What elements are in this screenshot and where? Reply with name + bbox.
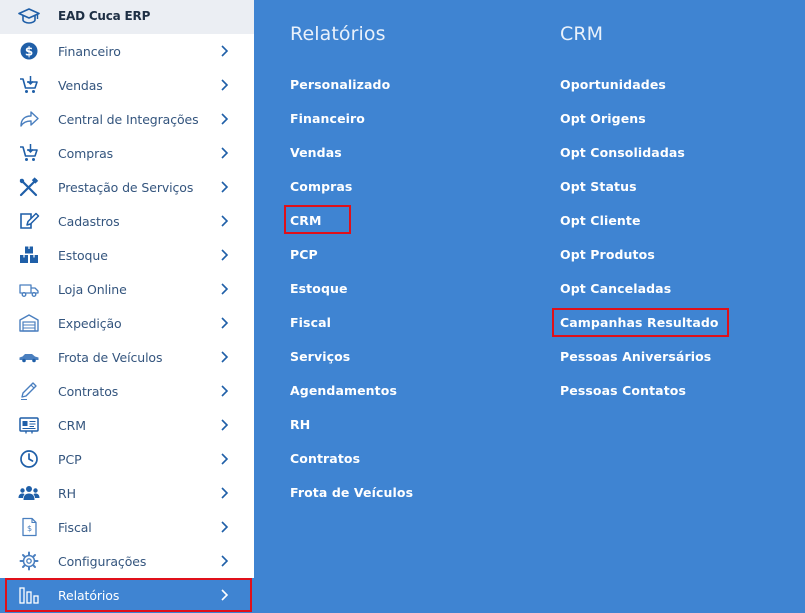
highlight-box-relatorios — [5, 578, 252, 612]
boxes-icon — [20, 246, 38, 263]
cart-arrow-icon — [20, 76, 38, 93]
highlight-box-campanhas-resultado — [552, 308, 729, 337]
report-link-fiscal[interactable]: Fiscal — [290, 315, 331, 330]
crm-link-oportunidades[interactable]: Oportunidades — [560, 77, 666, 92]
id-card-icon — [19, 417, 39, 434]
chevron-right-icon — [221, 283, 229, 295]
sidebar-item-label: RH — [58, 486, 76, 501]
sidebar-item-label: Financeiro — [58, 44, 121, 59]
sidebar-item-label: Central de Integrações — [58, 112, 199, 127]
sidebar-item-central-integracoes[interactable]: Central de Integrações — [0, 102, 254, 136]
dollar-circle-icon: $ — [20, 42, 38, 60]
report-link-vendas[interactable]: Vendas — [290, 145, 342, 160]
sidebar: EAD Cuca ERP $ Financeiro Vendas Central… — [0, 0, 254, 613]
chevron-right-icon — [221, 385, 229, 397]
sidebar-item-rh[interactable]: RH — [0, 476, 254, 510]
relatorios-column-title: Relatórios — [290, 23, 386, 45]
chevron-right-icon — [221, 351, 229, 363]
chevron-right-icon — [221, 487, 229, 499]
sidebar-item-cadastros[interactable]: Cadastros — [0, 204, 254, 238]
report-link-personalizado[interactable]: Personalizado — [290, 77, 390, 92]
crm-link-opt-consolidadas[interactable]: Opt Consolidadas — [560, 145, 685, 160]
chevron-right-icon — [221, 45, 229, 57]
sidebar-item-contratos[interactable]: Contratos — [0, 374, 254, 408]
edit-icon — [20, 212, 40, 229]
document-dollar-icon: $ — [22, 517, 37, 537]
report-link-pcp[interactable]: PCP — [290, 247, 318, 262]
sidebar-item-frota-veiculos[interactable]: Frota de Veículos — [0, 340, 254, 374]
sidebar-item-loja-online[interactable]: Loja Online — [0, 272, 254, 306]
svg-text:$: $ — [27, 524, 32, 533]
chevron-right-icon — [221, 79, 229, 91]
chevron-right-icon — [221, 521, 229, 533]
crm-link-pessoas-contatos[interactable]: Pessoas Contatos — [560, 383, 686, 398]
highlight-box-crm — [284, 205, 351, 234]
chevron-right-icon — [221, 113, 229, 125]
brand-title: EAD Cuca ERP — [58, 9, 151, 23]
sidebar-item-label: Fiscal — [58, 520, 92, 535]
report-link-servicos[interactable]: Serviços — [290, 349, 350, 364]
sidebar-item-label: Configurações — [58, 554, 147, 569]
gear-icon — [19, 551, 39, 571]
report-link-rh[interactable]: RH — [290, 417, 310, 432]
sidebar-item-compras[interactable]: Compras — [0, 136, 254, 170]
sidebar-item-label: Compras — [58, 146, 114, 161]
crm-column-title: CRM — [560, 23, 604, 45]
chevron-right-icon — [221, 317, 229, 329]
report-link-financeiro[interactable]: Financeiro — [290, 111, 365, 126]
pen-icon — [21, 382, 37, 400]
crm-link-opt-status[interactable]: Opt Status — [560, 179, 637, 194]
sidebar-item-pcp[interactable]: PCP — [0, 442, 254, 476]
users-icon — [18, 486, 40, 500]
brand-header[interactable]: EAD Cuca ERP — [0, 0, 254, 34]
report-link-contratos[interactable]: Contratos — [290, 451, 360, 466]
chevron-right-icon — [221, 555, 229, 567]
truck-icon — [19, 284, 39, 297]
share-arrow-icon — [20, 111, 39, 127]
chevron-right-icon — [221, 215, 229, 227]
sidebar-item-label: Prestação de Serviços — [58, 180, 194, 195]
warehouse-icon — [19, 314, 39, 332]
sidebar-item-estoque[interactable]: Estoque — [0, 238, 254, 272]
sidebar-item-label: Vendas — [58, 78, 103, 93]
sidebar-item-fiscal[interactable]: $ Fiscal — [0, 510, 254, 544]
chevron-right-icon — [221, 181, 229, 193]
sidebar-item-financeiro[interactable]: $ Financeiro — [0, 34, 254, 68]
cart-down-icon — [20, 144, 38, 161]
sidebar-item-label: Cadastros — [58, 214, 120, 229]
crm-link-opt-produtos[interactable]: Opt Produtos — [560, 247, 655, 262]
chevron-right-icon — [221, 147, 229, 159]
sidebar-item-crm[interactable]: CRM — [0, 408, 254, 442]
sidebar-item-expedicao[interactable]: Expedição — [0, 306, 254, 340]
crm-link-opt-cliente[interactable]: Opt Cliente — [560, 213, 641, 228]
clock-icon — [20, 450, 38, 468]
svg-text:$: $ — [25, 45, 33, 59]
sidebar-item-label: Estoque — [58, 248, 108, 263]
sidebar-item-prestacao-servicos[interactable]: Prestação de Serviços — [0, 170, 254, 204]
report-link-estoque[interactable]: Estoque — [290, 281, 348, 296]
tools-icon — [19, 177, 39, 197]
chevron-right-icon — [221, 453, 229, 465]
chevron-right-icon — [221, 249, 229, 261]
graduation-cap-icon — [18, 8, 40, 24]
report-link-compras[interactable]: Compras — [290, 179, 352, 194]
sidebar-item-label: Loja Online — [58, 282, 127, 297]
sidebar-item-configuracoes[interactable]: Configurações — [0, 544, 254, 578]
crm-link-opt-canceladas[interactable]: Opt Canceladas — [560, 281, 671, 296]
report-link-frota-veiculos[interactable]: Frota de Veículos — [290, 485, 413, 500]
sidebar-item-label: Frota de Veículos — [58, 350, 163, 365]
sidebar-item-vendas[interactable]: Vendas — [0, 68, 254, 102]
sidebar-item-label: Contratos — [58, 384, 119, 399]
sidebar-item-label: CRM — [58, 418, 86, 433]
report-link-agendamentos[interactable]: Agendamentos — [290, 383, 397, 398]
crm-link-opt-origens[interactable]: Opt Origens — [560, 111, 646, 126]
sidebar-item-label: Expedição — [58, 316, 122, 331]
chevron-right-icon — [221, 419, 229, 431]
car-icon — [19, 354, 39, 363]
crm-link-pessoas-aniversarios[interactable]: Pessoas Aniversários — [560, 349, 711, 364]
sidebar-item-label: PCP — [58, 452, 82, 467]
